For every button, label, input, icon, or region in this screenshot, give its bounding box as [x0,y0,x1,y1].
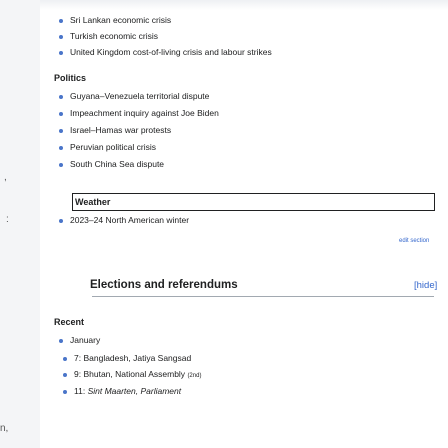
weather-heading-box: Weather [72,193,435,211]
politics-heading: Politics [54,73,87,83]
list-item[interactable]: Peruvian political crisis [59,142,156,152]
recent-heading: Recent [54,317,85,327]
left-page-edge: , : n, [0,0,40,448]
margin-mark: : [6,214,9,225]
edit-section-link[interactable]: edit section [399,238,429,244]
election-entry[interactable]: 11: Sint Maarten, Parliament [62,386,181,396]
list-item[interactable]: United Kingdom cost-of-living crisis and… [59,47,272,57]
list-item[interactable]: South China Sea dispute [58,159,164,169]
list-item[interactable]: Israel–Hamas war protests [58,125,171,135]
list-item[interactable]: Impeachment inquiry against Joe Biden [59,108,219,118]
margin-mark: n, [0,423,9,434]
list-item[interactable]: Guyana–Venezuela territorial dispute [58,91,209,101]
list-item[interactable]: Sri Lankan economic crisis [58,15,171,25]
elections-heading: Elections and referendums [90,279,238,291]
election-entry[interactable]: 9: Bhutan, National Assembly (2nd) [62,369,201,379]
current-events-panel: Sri Lankan economic crisis Turkish econo… [40,0,448,448]
heading-divider [92,296,434,297]
top-fade [40,0,448,10]
weather-heading: Weather [75,197,111,207]
month-item: January [58,335,101,345]
hide-toggle[interactable]: [hide] [414,280,437,291]
list-item[interactable]: 2023–24 North American winter [58,215,189,225]
margin-mark: , [4,172,7,183]
list-item[interactable]: Turkish economic crisis [58,31,158,41]
election-entry[interactable]: 7: Bangladesh, Jatiya Sangsad [62,353,191,363]
